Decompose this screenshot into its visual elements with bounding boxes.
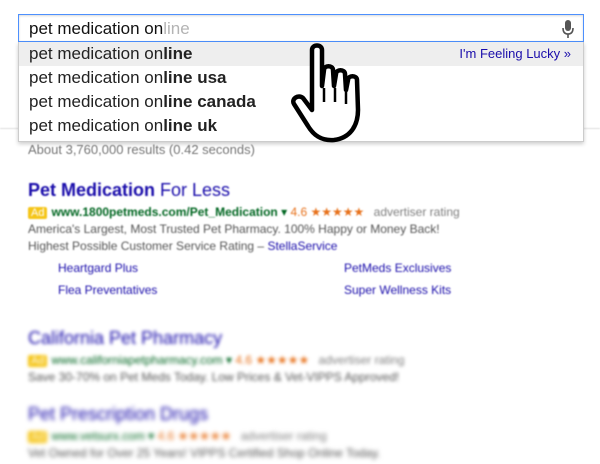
chevron-down-icon[interactable]: ▾ [226, 353, 232, 367]
result-url: www.californiapetpharmacy.com [51, 353, 223, 367]
search-result: California Pet Pharmacy Ad www.california… [28, 328, 405, 384]
query-typed: pet medication on [29, 19, 164, 38]
star-rating-icon: ★★★★★ [255, 353, 310, 367]
suggestion-prefix: pet medication on [29, 44, 164, 63]
search-input[interactable]: pet medication online [18, 14, 584, 42]
hand-pointer-icon [291, 43, 361, 143]
star-rating-icon: ★★★★★ [310, 205, 365, 219]
result-description: America's Largest, Most Trusted Pet Phar… [28, 222, 440, 236]
result-title-link[interactable]: Pet Medication For Less [28, 180, 460, 201]
result-url: www.vetsurx.com [51, 429, 145, 443]
sitelink[interactable]: Flea Preventatives [58, 283, 157, 297]
result-inline-link[interactable]: StellaService [267, 239, 337, 253]
sitelink[interactable]: Super Wellness Kits [344, 283, 451, 297]
result-description: Vet Owned for Over 25 Years! VIPPS Certi… [28, 446, 381, 460]
result-description: Save 30-70% on Pet Meds Today. Low Price… [28, 370, 400, 384]
result-description: Highest Possible Customer Service Rating… [28, 239, 460, 253]
suggestion-prefix: pet medication on [29, 92, 164, 111]
search-result: Pet Medication For Less Ad www.1800petmed… [28, 180, 460, 301]
result-title-rest: For Less [155, 180, 231, 200]
feeling-lucky-link[interactable]: I'm Feeling Lucky » [459, 42, 571, 66]
chevron-down-icon[interactable]: ▾ [148, 429, 154, 443]
rating-label: advertiser rating [318, 353, 405, 367]
result-title-link[interactable]: California Pet Pharmacy [28, 328, 405, 349]
result-title-bold: Pet Medication [28, 180, 156, 200]
rating-value: 4.6 [235, 353, 253, 367]
sitelink[interactable]: Heartgard Plus [58, 261, 138, 275]
ad-badge: Ad [28, 207, 48, 219]
suggestion-completion: line [163, 44, 193, 63]
sitelink[interactable]: PetMeds Exclusives [344, 261, 451, 275]
rating-value: 4.6 [290, 205, 308, 219]
star-rating-icon: ★★★★★ [177, 429, 232, 443]
chevron-down-icon[interactable]: ▾ [281, 205, 287, 219]
result-url: www.1800petmeds.com/Pet_Medication [51, 205, 278, 219]
search-query-text: pet medication online [29, 19, 190, 39]
suggestion-prefix: pet medication on [29, 68, 164, 87]
rating-label: advertiser rating [240, 429, 327, 443]
suggestion-completion: line uk [163, 116, 218, 135]
ad-badge: Ad [28, 355, 48, 367]
result-title-link[interactable]: Pet Prescription Drugs [28, 404, 380, 425]
suggestion-prefix: pet medication on [29, 116, 164, 135]
rating-label: advertiser rating [373, 205, 460, 219]
suggestion-completion: line usa [163, 68, 227, 87]
rating-value: 4.6 [157, 429, 175, 443]
result-url-line: Ad www.californiapetpharmacy.com ▾ 4.6 ★★… [28, 353, 405, 367]
suggestion-completion: line canada [163, 92, 256, 111]
result-url-line: Ad www.vetsurx.com ▾ 4.6 ★★★★★ advertiser… [28, 429, 380, 443]
result-url-line: Ad www.1800petmeds.com/Pet_Medication ▾ 4… [28, 205, 460, 219]
ad-badge: Ad [28, 431, 48, 443]
sitelinks: Heartgard Plus PetMeds Exclusives Flea P… [28, 257, 460, 301]
query-autocomplete-ghost: line [163, 19, 190, 38]
search-result: Pet Prescription Drugs Ad www.vetsurx.com… [28, 404, 380, 460]
result-description-text: Highest Possible Customer Service Rating… [28, 239, 265, 253]
result-stats: About 3,760,000 results (0.42 seconds) [28, 142, 255, 157]
microphone-icon[interactable] [561, 19, 575, 39]
